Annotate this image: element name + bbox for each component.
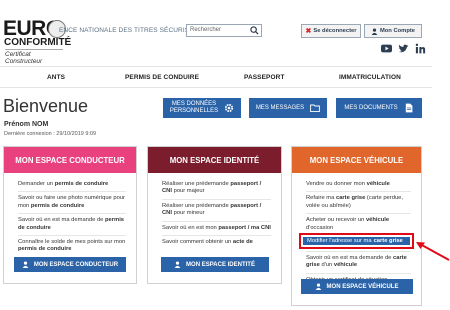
close-icon: ✖ xyxy=(305,28,312,35)
item-text: d'occasion xyxy=(306,224,334,231)
item-text: Refaire ma xyxy=(306,195,336,202)
user-icon xyxy=(22,261,29,268)
identite-space-label: MON ESPACE IDENTITÉ xyxy=(186,261,255,268)
card-identite-list: Réaliser une prédemande passeport / CNI … xyxy=(148,173,281,249)
item-text: Demander un xyxy=(18,181,55,187)
user-name: Prénom NOM xyxy=(4,121,49,128)
nav-item-immatriculation[interactable]: IMMATRICULATION xyxy=(339,74,401,81)
modify-address-bold: carte grise xyxy=(373,238,403,244)
twitter-icon[interactable] xyxy=(398,43,409,54)
logout-button[interactable]: ✖ Se déconnecter xyxy=(301,24,361,38)
account-button[interactable]: Mon Compte xyxy=(364,24,422,38)
personal-data-button[interactable]: MES DONNÉES PERSONNELLES xyxy=(163,98,241,118)
red-arrow-annotation xyxy=(416,242,450,261)
item-text: Savoir où en est mon xyxy=(162,224,219,231)
main-nav: ANTS PERMIS DE CONDUIRE PASSEPORT IMMATR… xyxy=(0,66,432,88)
card-identite-title: MON ESPACE IDENTITÉ xyxy=(148,147,281,173)
logo-conformite-text: CONFORMITÉ xyxy=(4,37,72,48)
item-text: d'un xyxy=(319,262,334,269)
agency-name: ENCE NATIONALE DES TITRES SÉCURISÉS xyxy=(59,27,199,34)
logout-label: Se déconnecter xyxy=(313,28,357,34)
messages-button[interactable]: MES MESSAGES xyxy=(249,98,327,118)
user-icon xyxy=(174,261,181,268)
card-conducteur-title: MON ESPACE CONDUCTEUR xyxy=(4,147,136,173)
search-placeholder: Rechercher xyxy=(190,27,222,33)
item-bold: acte de xyxy=(232,239,253,246)
conducteur-space-button[interactable]: MON ESPACE CONDUCTEUR xyxy=(14,257,126,272)
gear-icon xyxy=(225,103,234,113)
document-icon xyxy=(405,103,413,113)
card-vehicule-list: Vendre ou donner mon véhicule Refaire ma… xyxy=(292,173,421,287)
nav-item-permis[interactable]: PERMIS DE CONDUIRE xyxy=(125,74,199,81)
modify-address-link[interactable]: Modifier l'adresse sur ma carte grise xyxy=(303,237,410,245)
list-item[interactable]: Savoir comment obtenir un acte de xyxy=(162,239,271,249)
folder-icon xyxy=(310,104,321,113)
item-bold: passeport / ma CNI xyxy=(218,224,271,231)
list-item[interactable]: Savoir ou faire une photo numérique pour… xyxy=(18,195,126,215)
conducteur-space-label: MON ESPACE CONDUCTEUR xyxy=(33,261,119,268)
social-links xyxy=(381,43,426,54)
item-bold: permis de conduire xyxy=(54,181,109,187)
item-bold: véhicule xyxy=(366,181,390,187)
messages-label: MES MESSAGES xyxy=(255,104,305,111)
card-identite: MON ESPACE IDENTITÉ Réaliser une prédema… xyxy=(147,146,282,284)
item-text: Connaître le solde de mes points sur mon xyxy=(18,239,126,246)
user-icon xyxy=(371,27,378,35)
item-text: Réaliser une prédemande xyxy=(162,181,231,187)
item-text: Vendre ou donner mon xyxy=(306,181,367,187)
nav-item-passeport[interactable]: PASSEPORT xyxy=(244,74,285,81)
documents-button[interactable]: MES DOCUMENTS xyxy=(336,98,422,118)
logo-cert-text: Certificat Constructeur xyxy=(5,49,63,65)
list-item[interactable]: Réaliser une prédemande passeport / CNI … xyxy=(162,203,271,222)
item-text: pour mineur xyxy=(171,210,205,217)
documents-label: MES DOCUMENTS xyxy=(344,104,398,111)
youtube-icon[interactable] xyxy=(381,43,392,54)
item-bold: permis de conduire xyxy=(30,202,85,209)
list-item[interactable]: Demander un permis de conduire xyxy=(18,181,126,193)
nav-item-ants[interactable]: ANTS xyxy=(47,74,65,81)
list-item[interactable]: Connaître le solde de mes points sur mon… xyxy=(18,239,126,257)
item-text: Réaliser une prédemande xyxy=(162,202,231,209)
list-item[interactable]: Savoir où en est ma demande de permis de… xyxy=(18,217,126,237)
list-item[interactable]: Réaliser une prédemande passeport / CNI … xyxy=(162,181,271,200)
vehicule-space-button[interactable]: MON ESPACE VÉHICULE xyxy=(300,279,413,294)
last-login: Dernière connexion : 29/10/2019 9:09 xyxy=(4,131,97,137)
item-bold: carte grise xyxy=(335,195,366,202)
card-vehicule-title: MON ESPACE VÉHICULE xyxy=(292,147,421,173)
personal-data-label-2: PERSONNELLES xyxy=(169,108,219,114)
card-conducteur: MON ESPACE CONDUCTEUR Demander un permis… xyxy=(3,146,137,284)
item-text: pour majeur xyxy=(171,188,205,195)
item-text: Savoir où en est ma demande de xyxy=(306,255,394,262)
list-item[interactable]: Savoir où en est ma demande de carte gri… xyxy=(306,255,411,274)
card-conducteur-list: Demander un permis de conduire Savoir ou… xyxy=(4,173,136,257)
item-bold: véhicule xyxy=(333,262,358,269)
list-item[interactable]: Vendre ou donner mon véhicule xyxy=(306,181,411,193)
item-text: Acheter ou recevoir un xyxy=(306,217,366,224)
search-input[interactable]: Rechercher xyxy=(186,24,262,37)
search-icon[interactable] xyxy=(250,26,259,35)
linkedin-icon[interactable] xyxy=(415,43,426,54)
vehicule-space-label: MON ESPACE VÉHICULE xyxy=(326,283,399,290)
item-bold: véhicule xyxy=(365,217,390,224)
modify-address-text: Modifier l'adresse sur ma xyxy=(307,238,372,244)
personal-data-label: MES DONNÉES PERSONNELLES xyxy=(170,101,218,115)
account-label: Mon Compte xyxy=(379,28,416,34)
card-vehicule: MON ESPACE VÉHICULE Vendre ou donner mon… xyxy=(291,146,422,306)
item-bold: permis de conduire xyxy=(18,246,72,253)
user-icon xyxy=(315,283,321,290)
list-item[interactable]: Savoir où en est mon passeport / ma CNI xyxy=(162,224,271,237)
item-text: Savoir où en est ma demande de xyxy=(18,217,106,224)
identite-space-button[interactable]: MON ESPACE IDENTITÉ xyxy=(160,257,269,272)
list-item[interactable]: Refaire ma carte grise (carte perdue, vo… xyxy=(306,195,411,215)
item-text: Savoir comment obtenir un xyxy=(162,239,233,246)
page-title: Bienvenue xyxy=(3,96,89,116)
personal-data-label-1: MES DONNÉES xyxy=(171,101,217,107)
modify-address-highlight[interactable]: Modifier l'adresse sur ma carte grise xyxy=(299,233,414,249)
euro-conformite-logo: EURO CONFORMITÉ Certificat Constructeur xyxy=(3,18,71,65)
